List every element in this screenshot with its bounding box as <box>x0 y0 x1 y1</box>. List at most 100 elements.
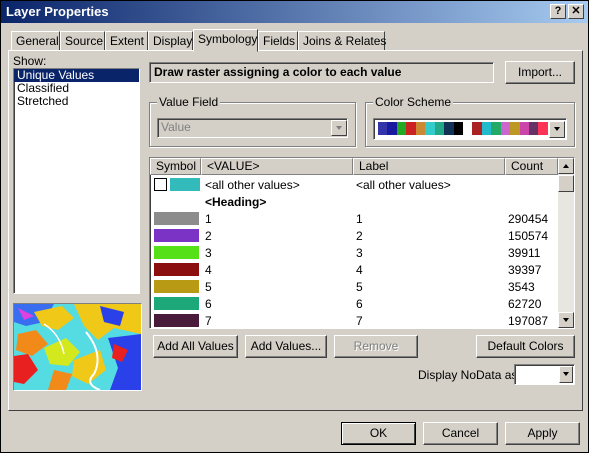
table-row[interactable]: 6 6 62720 <box>151 296 557 312</box>
tab-source[interactable]: Source <box>60 31 105 50</box>
color-ramp-swatch <box>453 122 463 135</box>
table-row[interactable]: 3 3 39911 <box>151 245 557 261</box>
scroll-thumb[interactable] <box>558 175 574 192</box>
apply-button[interactable]: Apply <box>505 422 580 445</box>
row-value: 4 <box>205 263 212 277</box>
other-values-label: <all other values> <box>356 178 451 192</box>
tab-extent[interactable]: Extent <box>105 31 148 50</box>
color-ramp-swatch <box>481 122 492 135</box>
table-row-other[interactable]: <all other values> <all other values> <box>151 177 557 193</box>
color-scheme-group: Color Scheme <box>365 95 575 147</box>
row-count: 39911 <box>508 246 541 260</box>
arrow-up-icon <box>563 164 569 168</box>
cancel-button[interactable]: Cancel <box>423 422 498 445</box>
nodata-label: Display NoData as <box>418 368 518 382</box>
row-count: 290454 <box>508 212 549 226</box>
col-header-value[interactable]: <VALUE> <box>201 158 353 175</box>
row-label: 2 <box>356 229 363 243</box>
color-scheme-select[interactable] <box>373 118 567 140</box>
tab-symbology[interactable]: Symbology <box>193 29 258 52</box>
preview-thumbnail <box>13 303 142 391</box>
tab-general[interactable]: General <box>11 31 60 50</box>
row-value: 1 <box>205 212 212 226</box>
row-count: 62720 <box>508 297 542 311</box>
row-value: 7 <box>205 314 212 328</box>
color-ramp-swatch <box>472 122 482 135</box>
color-ramp-swatch <box>529 122 539 135</box>
row-value: 5 <box>205 280 212 294</box>
color-scheme-dropdown-button[interactable] <box>549 121 565 138</box>
symbol-swatch[interactable] <box>154 212 199 225</box>
row-count: 39397 <box>508 263 542 277</box>
table-scrollbar[interactable] <box>558 158 574 328</box>
tab-joins-relates[interactable]: Joins & Relates <box>298 31 386 50</box>
add-all-values-button[interactable]: Add All Values <box>153 335 238 358</box>
nodata-dropdown-button[interactable] <box>559 366 573 383</box>
row-label: 1 <box>356 212 363 226</box>
chevron-down-icon <box>336 126 342 130</box>
symbol-swatch[interactable] <box>154 229 199 242</box>
chevron-down-icon <box>563 372 569 376</box>
color-ramp-swatch <box>500 122 511 135</box>
remove-button[interactable]: Remove <box>334 335 418 358</box>
raster-preview-image <box>14 304 141 390</box>
value-field-selected: Value <box>161 120 191 134</box>
row-label: 6 <box>356 297 363 311</box>
table-row-heading[interactable]: <Heading> <box>151 194 557 210</box>
close-button[interactable]: ✕ <box>568 4 584 19</box>
symbol-swatch[interactable] <box>154 297 199 310</box>
row-label: 4 <box>356 263 363 277</box>
color-ramp-swatch <box>378 122 388 135</box>
color-ramp-swatch <box>425 122 435 135</box>
value-field-select[interactable]: Value <box>157 118 348 138</box>
table-row[interactable]: 1 1 290454 <box>151 211 557 227</box>
row-label: 3 <box>356 246 363 260</box>
col-header-count[interactable]: Count <box>505 158 558 175</box>
tab-display[interactable]: Display <box>148 31 193 50</box>
row-label: 7 <box>356 314 363 328</box>
color-ramp-swatch <box>434 122 445 135</box>
arrow-down-icon <box>563 318 569 322</box>
table-row[interactable]: 4 4 39397 <box>151 262 557 278</box>
symbol-swatch[interactable] <box>154 314 199 327</box>
col-header-label[interactable]: Label <box>353 158 505 175</box>
row-value: 2 <box>205 229 212 243</box>
tab-fields[interactable]: Fields <box>258 31 298 50</box>
color-ramp-swatch <box>538 122 548 135</box>
color-ramp-swatch <box>462 122 473 135</box>
color-scheme-label: Color Scheme <box>373 95 454 109</box>
color-ramp-swatch <box>415 122 426 135</box>
symbol-swatch[interactable] <box>154 280 199 293</box>
add-values-button[interactable]: Add Values... <box>245 335 327 358</box>
table-row[interactable]: 5 5 3543 <box>151 279 557 295</box>
nodata-color-select[interactable] <box>514 364 575 385</box>
color-ramp-swatch <box>510 122 520 135</box>
other-values-checkbox[interactable] <box>154 178 167 191</box>
scroll-down-button[interactable] <box>558 312 574 328</box>
symbol-swatch[interactable] <box>154 263 199 276</box>
row-value: 3 <box>205 246 212 260</box>
row-count: 197087 <box>508 314 549 328</box>
symbol-table: Symbol <VALUE> Label Count <all other va… <box>149 157 575 329</box>
import-button[interactable]: Import... <box>505 61 575 84</box>
table-row[interactable]: 2 2 150574 <box>151 228 557 244</box>
show-list: Unique Values Classified Stretched <box>13 68 140 294</box>
show-label: Show: <box>13 54 47 68</box>
heading-text: <Heading> <box>205 195 267 209</box>
scroll-up-button[interactable] <box>558 158 574 174</box>
default-colors-button[interactable]: Default Colors <box>476 335 575 358</box>
renderer-description: Draw raster assigning a color to each va… <box>149 62 494 83</box>
table-row[interactable]: 7 7 197087 <box>151 313 557 328</box>
other-values-swatch[interactable] <box>170 178 200 191</box>
symbology-panel: Show: Unique Values Classified Stretched <box>8 50 583 411</box>
value-field-group: Value Field Value <box>149 95 356 147</box>
symbol-swatch[interactable] <box>154 246 199 259</box>
show-item-stretched[interactable]: Stretched <box>14 95 139 108</box>
help-button[interactable]: ? <box>550 4 566 19</box>
value-field-dropdown-button[interactable] <box>331 120 347 136</box>
color-ramp-swatch <box>387 122 397 135</box>
ok-button[interactable]: OK <box>341 422 416 445</box>
col-header-symbol[interactable]: Symbol <box>150 158 201 175</box>
color-ramp-swatch <box>519 122 529 135</box>
color-ramp-swatch <box>444 122 454 135</box>
